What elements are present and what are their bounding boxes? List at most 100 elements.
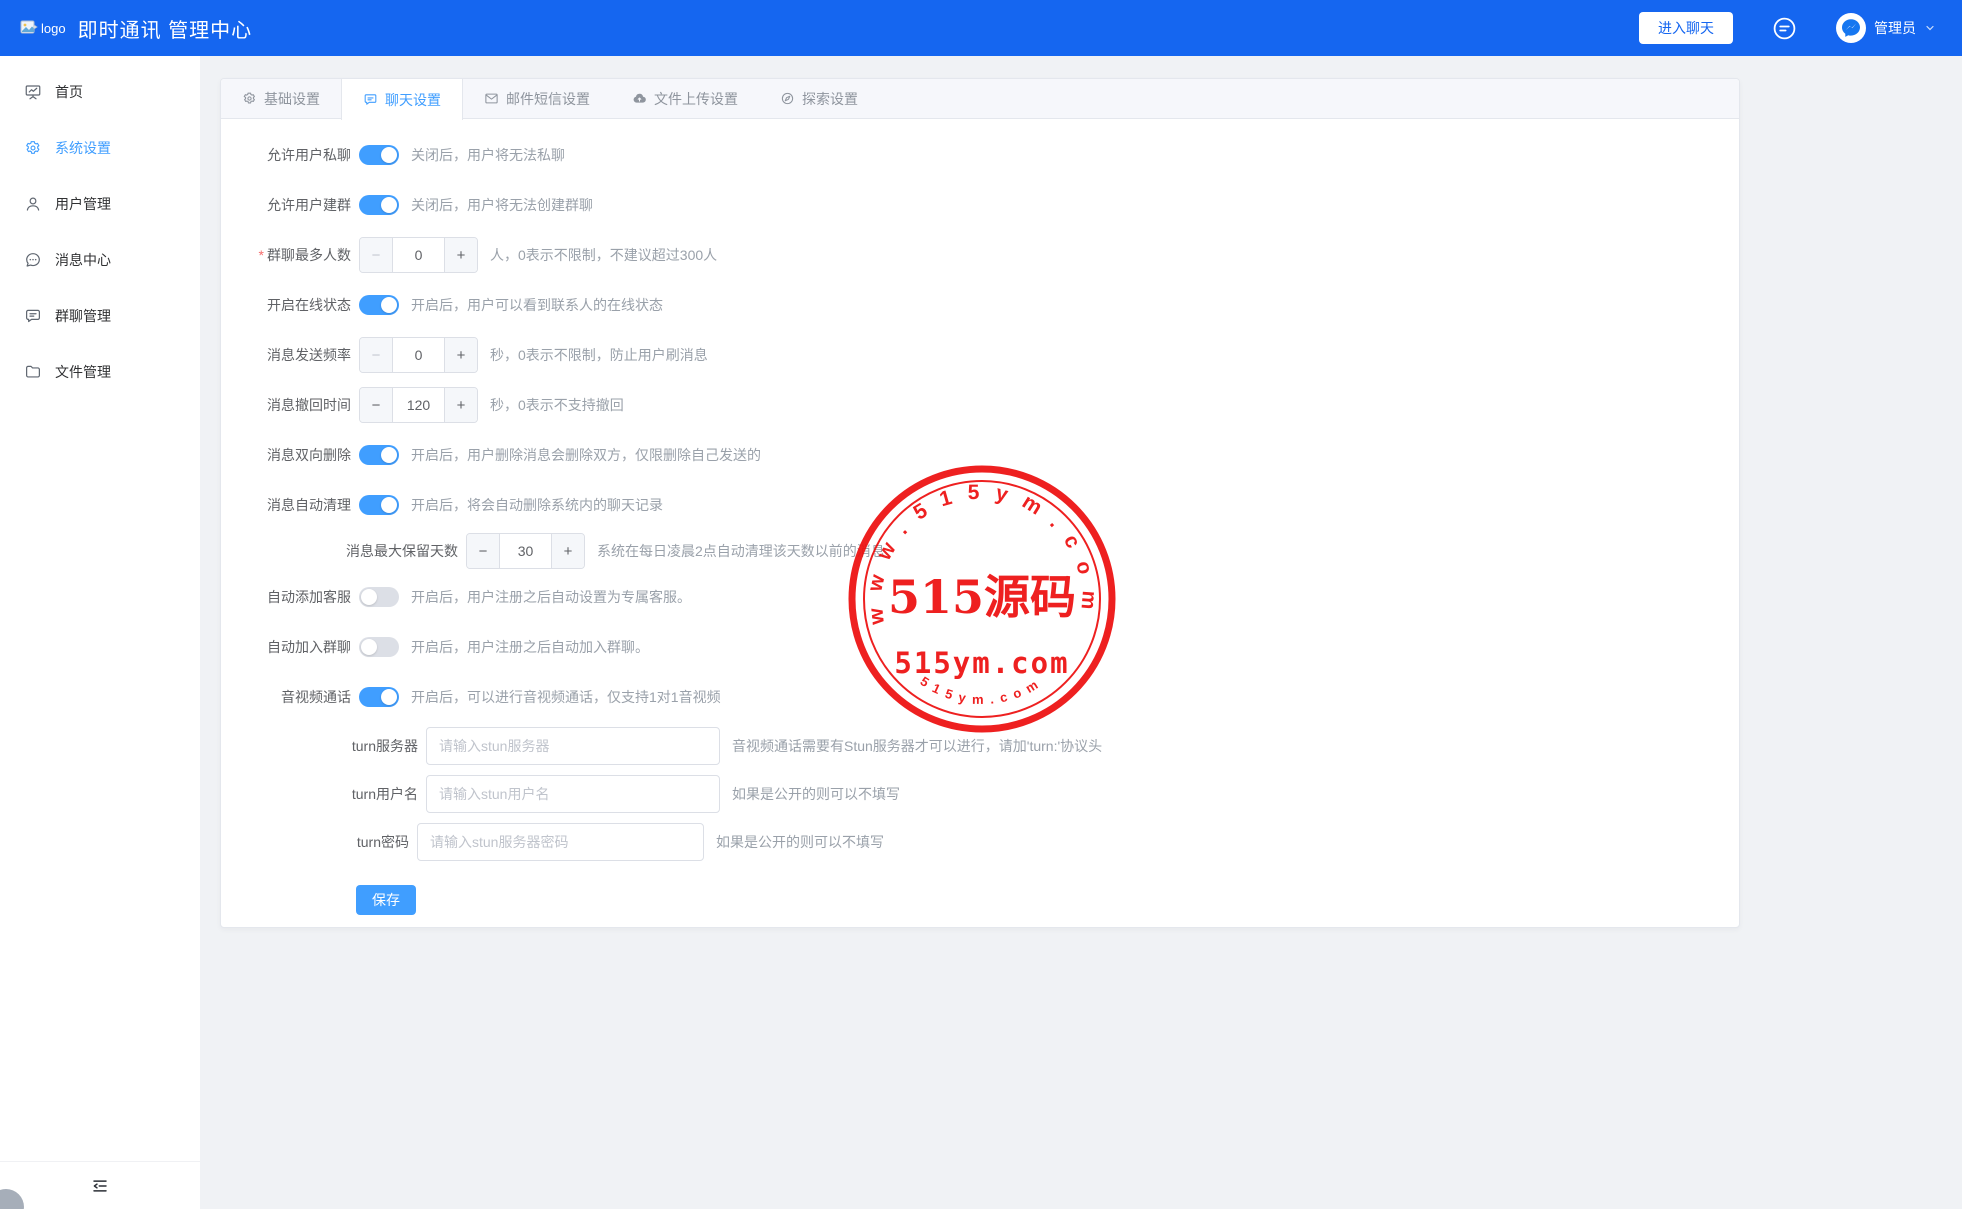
form-row-auto-clean: 消息自动清理 开启后，将会自动删除系统内的聊天记录 (241, 485, 1739, 525)
page-title: 即时通讯 管理中心 (78, 14, 253, 43)
broken-image-icon (20, 20, 38, 36)
sidebar-item-files[interactable]: 文件管理 (0, 344, 200, 400)
increase-button[interactable]: + (444, 238, 477, 272)
field-label: 消息双向删除 (241, 445, 351, 465)
sidebar-collapse-button[interactable] (0, 1161, 200, 1209)
auto-add-service-toggle[interactable] (359, 587, 399, 607)
enter-chat-button[interactable]: 进入聊天 (1639, 12, 1733, 44)
field-label: 消息自动清理 (241, 495, 351, 515)
tab-mail-sms-settings[interactable]: 邮件短信设置 (463, 79, 611, 118)
field-label: 开启在线状态 (241, 295, 351, 315)
increase-button[interactable]: + (444, 388, 477, 422)
field-label: turn用户名 (241, 784, 418, 804)
sidebar-item-users[interactable]: 用户管理 (0, 176, 200, 232)
form-row-two-way-delete: 消息双向删除 开启后，用户删除消息会删除双方，仅限删除自己发送的 (241, 435, 1739, 475)
message-icon (24, 251, 42, 269)
toggle-knob (381, 147, 397, 163)
form-row-max-retention-days: 消息最大保留天数 − 30 + 系统在每日凌晨2点自动清理该天数以前的消息 (241, 531, 1739, 571)
tab-label: 基础设置 (264, 89, 320, 109)
form-row-auto-join-group: 自动加入群聊 开启后，用户注册之后自动加入群聊。 (241, 627, 1739, 667)
sidebar-item-label: 首页 (55, 82, 83, 102)
chat-icon (363, 92, 378, 107)
decrease-button[interactable]: − (360, 238, 393, 272)
field-hint: 如果是公开的则可以不填写 (716, 832, 884, 852)
form-row-av-call: 音视频通话 开启后，可以进行音视频通话，仅支持1对1音视频 (241, 677, 1739, 717)
form-row-send-frequency: 消息发送频率 − 0 + 秒，0表示不限制，防止用户刷消息 (241, 335, 1739, 375)
increase-button[interactable]: + (444, 338, 477, 372)
user-icon (24, 195, 42, 213)
sidebar-item-group-chat[interactable]: 群聊管理 (0, 288, 200, 344)
av-call-toggle[interactable] (359, 687, 399, 707)
mail-icon (484, 91, 499, 106)
group-chat-icon (24, 307, 42, 325)
decrease-button[interactable]: − (467, 534, 500, 568)
stepper-value[interactable]: 0 (393, 338, 444, 372)
increase-button[interactable]: + (551, 534, 584, 568)
field-label: turn服务器 (241, 736, 418, 756)
sidebar-item-label: 群聊管理 (55, 306, 111, 326)
form-row-private-chat: 允许用户私聊 关闭后，用户将无法私聊 (241, 135, 1739, 175)
tab-label: 聊天设置 (385, 90, 441, 110)
dashboard-icon (24, 83, 42, 101)
settings-tabs: 基础设置 聊天设置 邮件短信设置 (221, 79, 1739, 119)
form-row-online-status: 开启在线状态 开启后，用户可以看到联系人的在线状态 (241, 285, 1739, 325)
required-mark: * (259, 247, 264, 263)
chat-settings-form: 允许用户私聊 关闭后，用户将无法私聊 允许用户建群 关闭后，用户将无法创建群聊 … (221, 119, 1739, 920)
online-status-toggle[interactable] (359, 295, 399, 315)
field-label: 自动加入群聊 (241, 637, 351, 657)
field-label: 自动添加客服 (241, 587, 351, 607)
recall-time-stepper: − 120 + (359, 387, 478, 423)
admin-menu[interactable]: 管理员 (1836, 13, 1936, 43)
decrease-button[interactable]: − (360, 388, 393, 422)
tab-label: 文件上传设置 (654, 89, 738, 109)
auto-clean-toggle[interactable] (359, 495, 399, 515)
toggle-knob (381, 497, 397, 513)
logo-alt-text: logo (41, 21, 66, 36)
field-hint: 开启后，用户注册之后自动设置为专属客服。 (411, 587, 691, 607)
upload-cloud-icon (632, 91, 647, 106)
toggle-knob (361, 639, 377, 655)
field-hint: 系统在每日凌晨2点自动清理该天数以前的消息 (597, 541, 885, 561)
message-bubble-icon[interactable] (1771, 15, 1798, 42)
create-group-toggle[interactable] (359, 195, 399, 215)
stepper-value[interactable]: 120 (393, 388, 444, 422)
turn-password-input[interactable] (417, 823, 704, 861)
gear-icon (242, 91, 257, 106)
turn-server-input[interactable] (426, 727, 720, 765)
sidebar-item-system-settings[interactable]: 系统设置 (0, 120, 200, 176)
sidebar-item-label: 文件管理 (55, 362, 111, 382)
stepper-value[interactable]: 30 (500, 534, 551, 568)
form-row-max-group-members: *群聊最多人数 − 0 + 人，0表示不限制，不建议超过300人 (241, 235, 1739, 275)
sidebar-item-label: 系统设置 (55, 138, 111, 158)
logo-broken-image: logo (20, 20, 66, 36)
form-row-turn-username: turn用户名 如果是公开的则可以不填写 (241, 775, 1739, 813)
tab-file-upload-settings[interactable]: 文件上传设置 (611, 79, 759, 118)
two-way-delete-toggle[interactable] (359, 445, 399, 465)
retention-days-stepper: − 30 + (466, 533, 585, 569)
auto-join-group-toggle[interactable] (359, 637, 399, 657)
gear-icon (24, 139, 42, 157)
field-hint: 开启后，将会自动删除系统内的聊天记录 (411, 495, 663, 515)
toggle-knob (381, 447, 397, 463)
avatar[interactable] (1836, 13, 1866, 43)
turn-username-input[interactable] (426, 775, 720, 813)
decrease-button[interactable]: − (360, 338, 393, 372)
app-header: logo 即时通讯 管理中心 进入聊天 管理员 (0, 0, 1962, 56)
save-button[interactable]: 保存 (356, 885, 416, 915)
sidebar-item-home[interactable]: 首页 (0, 64, 200, 120)
sidebar-item-message-center[interactable]: 消息中心 (0, 232, 200, 288)
private-chat-toggle[interactable] (359, 145, 399, 165)
stepper-value[interactable]: 0 (393, 238, 444, 272)
tab-basic-settings[interactable]: 基础设置 (221, 79, 341, 118)
tab-chat-settings[interactable]: 聊天设置 (341, 79, 463, 120)
toggle-knob (381, 197, 397, 213)
discover-icon (780, 91, 795, 106)
toggle-knob (381, 689, 397, 705)
field-label: 音视频通话 (241, 687, 351, 707)
tab-discover-settings[interactable]: 探索设置 (759, 79, 879, 118)
main-content: 基础设置 聊天设置 邮件短信设置 (200, 56, 1962, 1209)
field-hint: 如果是公开的则可以不填写 (732, 784, 900, 804)
field-label: 允许用户建群 (241, 195, 351, 215)
sidebar-item-label: 消息中心 (55, 250, 111, 270)
send-frequency-stepper: − 0 + (359, 337, 478, 373)
